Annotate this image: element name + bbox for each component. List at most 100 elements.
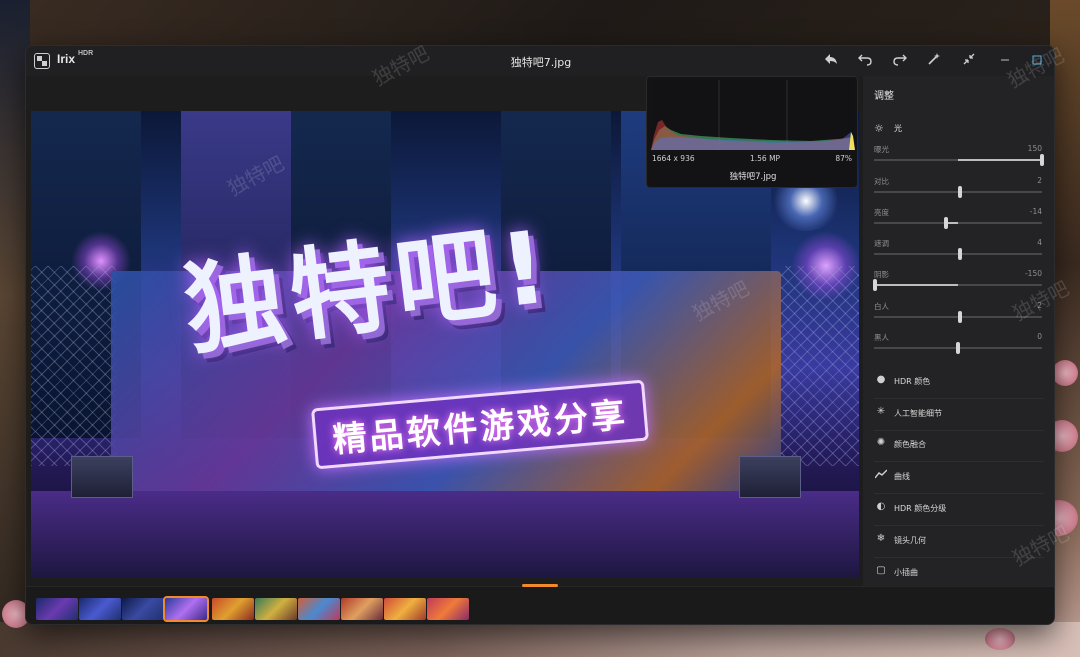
redo-button[interactable] — [891, 52, 909, 70]
histogram-filename: 独特吧7.jpg — [729, 172, 777, 182]
slider-value: 2 — [1037, 176, 1042, 185]
chain-fence — [781, 266, 859, 466]
thumbnail-selected[interactable] — [163, 596, 209, 622]
thumbnail[interactable] — [36, 598, 78, 620]
slider-whites[interactable]: 白人 2 — [874, 301, 1042, 323]
slider-knob[interactable] — [958, 248, 962, 260]
slider-shadows[interactable]: 阴影 -150 — [873, 269, 1042, 291]
auto-enhance-button[interactable] — [925, 52, 943, 70]
sun-icon: ☼ — [874, 122, 884, 135]
adjustments-panel: 调整 ☼ 光 曝光 150 对比 2 亮度 -14 遮调 4 阴影 -150 白… — [863, 76, 1054, 586]
thumbnail[interactable] — [122, 598, 164, 620]
section-light-label: 光 — [894, 124, 902, 133]
share-arrow-icon — [825, 54, 837, 64]
lens-geometry-icon: ❄ — [876, 533, 886, 544]
slider-contrast[interactable]: 对比 2 — [874, 176, 1042, 198]
crate — [71, 456, 133, 498]
slider-knob[interactable] — [1040, 154, 1044, 166]
slider-track[interactable] — [873, 279, 1042, 291]
slider-value: 4 — [1037, 238, 1042, 247]
maximize-button[interactable] — [1028, 52, 1046, 70]
slider-value: -14 — [1029, 207, 1042, 216]
app-window: Irix HDR 独特吧7.jpg 独特吧! 精品软件游戏分享 1664 x 9… — [25, 45, 1055, 625]
slider-track[interactable] — [874, 186, 1042, 198]
droplet-icon: ● — [876, 374, 886, 385]
slider-track[interactable] — [874, 217, 1042, 229]
menu-label: 镜头几何 — [894, 536, 926, 545]
thumbnail[interactable] — [384, 598, 426, 620]
slider-blacks[interactable]: 黑人 0 — [874, 332, 1042, 354]
slider-tone[interactable]: 遮调 4 — [874, 238, 1042, 260]
maximize-icon — [1032, 55, 1042, 65]
histogram-zoom: 87% — [835, 154, 852, 163]
menu-curves[interactable]: 曲线 — [874, 469, 1044, 487]
menu-label: 小插曲 — [894, 568, 918, 577]
collapse-button[interactable] — [960, 52, 978, 70]
slider-label: 对比 — [874, 177, 889, 186]
slider-label: 黑人 — [874, 333, 889, 342]
slider-value: 2 — [1037, 301, 1042, 310]
slider-track[interactable] — [874, 311, 1042, 323]
wet-ground — [31, 491, 859, 578]
minimize-icon — [1001, 59, 1009, 61]
title-bar: Irix HDR 独特吧7.jpg — [26, 46, 1054, 76]
thumbnail[interactable] — [79, 598, 121, 620]
slider-value: 150 — [1027, 144, 1042, 153]
slider-track[interactable] — [874, 248, 1042, 260]
menu-label: 人工智能细节 — [894, 409, 942, 418]
desktop-background-bottom — [0, 622, 1080, 657]
menu-label: 颜色融合 — [894, 440, 926, 449]
undo-button[interactable] — [856, 52, 874, 70]
slider-fill — [874, 284, 958, 286]
slider-track[interactable] — [874, 154, 1044, 166]
panel-title: 调整 — [874, 91, 894, 102]
slider-value: 0 — [1037, 332, 1042, 341]
slider-fill — [958, 159, 1042, 161]
menu-hdr-color-grading[interactable]: ◐ HDR 颜色分级 — [874, 501, 1044, 519]
curve-glyph — [874, 469, 888, 479]
menu-vignette[interactable]: ▢ 小插曲 — [874, 565, 1044, 583]
slider-label: 阴影 — [874, 270, 889, 279]
histogram-chart — [651, 80, 855, 150]
thumbnail[interactable] — [341, 598, 383, 620]
menu-label: HDR 颜色分级 — [894, 504, 947, 513]
slider-knob[interactable] — [956, 342, 960, 354]
slider-label: 遮调 — [874, 239, 889, 248]
magic-wand-icon — [928, 53, 940, 65]
share-button[interactable] — [822, 52, 840, 70]
thumbnail[interactable] — [298, 598, 340, 620]
slider-knob[interactable] — [873, 279, 877, 291]
menu-ai-detail[interactable]: ✳ 人工智能细节 — [874, 406, 1044, 424]
slider-value: -150 — [1024, 269, 1042, 278]
chain-fence — [31, 266, 116, 466]
sparkle-icon: ✳ — [876, 406, 886, 417]
thumbnail[interactable] — [427, 598, 469, 620]
slider-knob[interactable] — [944, 217, 948, 229]
menu-label: HDR 颜色 — [894, 377, 931, 386]
menu-color-blend[interactable]: ✺ 颜色融合 — [874, 437, 1044, 455]
menu-lens-geometry[interactable]: ❄ 镜头几何 — [874, 533, 1044, 551]
collapse-icon — [963, 53, 975, 65]
thumbnail[interactable] — [255, 598, 297, 620]
menu-hdr-color[interactable]: ● HDR 颜色 — [874, 374, 1044, 392]
slider-label: 曝光 — [874, 145, 889, 154]
histogram-panel: 1664 x 936 1.56 MP 87% 独特吧7.jpg — [646, 76, 858, 188]
filmstrip-resize-handle[interactable] — [522, 584, 558, 587]
slider-track[interactable] — [874, 342, 1042, 354]
slider-knob[interactable] — [958, 311, 962, 323]
thumbnail[interactable] — [212, 598, 254, 620]
divider — [874, 557, 1044, 558]
slider-label: 亮度 — [874, 208, 889, 217]
filmstrip — [26, 584, 1054, 624]
histogram-resolution: 1664 x 936 — [652, 154, 695, 163]
minimize-button[interactable] — [996, 52, 1014, 70]
color-blend-icon: ✺ — [876, 437, 886, 448]
curve-icon — [874, 469, 888, 482]
slider-knob[interactable] — [958, 186, 962, 198]
slider-brightness[interactable]: 亮度 -14 — [874, 207, 1042, 229]
slider-exposure[interactable]: 曝光 150 — [874, 144, 1044, 166]
flower-decoration — [985, 628, 1015, 650]
undo-icon — [858, 54, 872, 66]
divider — [874, 398, 1044, 399]
menu-label: 曲线 — [894, 472, 910, 481]
